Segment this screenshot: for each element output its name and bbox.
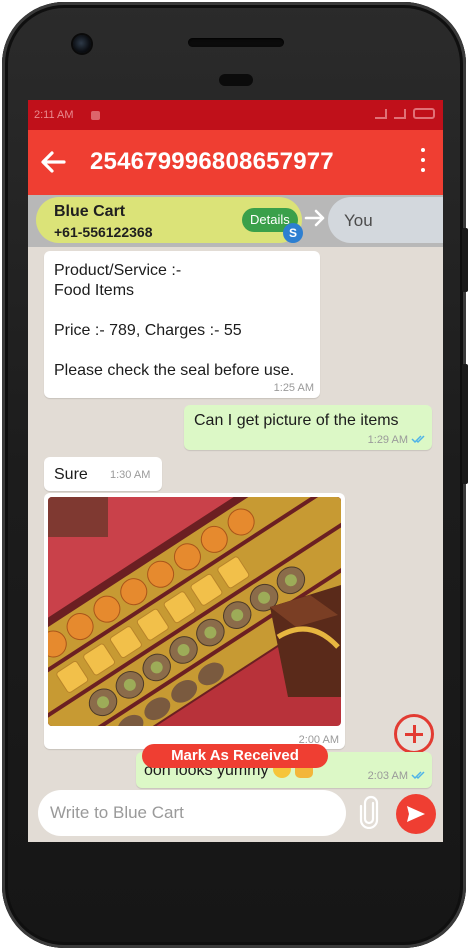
message-time: 1:30 AM xyxy=(110,469,151,481)
recipient-label: You xyxy=(344,211,373,230)
double-check-icon xyxy=(411,435,425,444)
plus-circle-icon[interactable] xyxy=(394,714,434,754)
merchant-name: Blue Cart xyxy=(54,203,126,220)
status-time: 2:11 AM xyxy=(34,109,74,121)
message-time: 1:29 AM xyxy=(367,434,408,446)
screen: 2:11 AM 254679996808657977 Blue Cart +61… xyxy=(28,100,443,842)
page-title: 254679996808657977 xyxy=(90,148,334,175)
more-vertical-icon[interactable] xyxy=(419,148,427,172)
volume-button xyxy=(462,364,468,484)
double-check-icon xyxy=(411,771,425,780)
message-bubble: Sure 1:30 AM xyxy=(44,457,162,491)
status-icons xyxy=(375,108,435,119)
paperclip-icon[interactable] xyxy=(358,795,380,829)
power-button xyxy=(462,228,468,292)
message-time: 1:25 AM xyxy=(273,382,314,394)
notification-icon xyxy=(91,111,100,120)
message-text: Can I get picture of the items xyxy=(194,412,399,429)
message-text: Sure xyxy=(54,466,88,483)
merchant-badge: S xyxy=(283,223,303,243)
signal-icon xyxy=(394,108,406,119)
battery-icon xyxy=(413,108,435,119)
front-camera xyxy=(73,35,91,53)
message-time: 2:03 AM xyxy=(367,770,408,782)
proximity-sensor xyxy=(219,74,253,86)
food-photo[interactable] xyxy=(48,497,341,726)
image-message[interactable]: 2:00 AM xyxy=(44,493,345,749)
message-bubble: Can I get picture of the items 1:29 AM xyxy=(184,405,432,450)
mark-as-received-button[interactable]: Mark As Received xyxy=(142,744,328,768)
route-bar: Blue Cart +61-556122368 Details S You xyxy=(28,195,443,247)
send-icon xyxy=(407,806,425,822)
app-bar: 254679996808657977 xyxy=(28,130,443,195)
chat-area[interactable]: Product/Service :- Food Items Price :- 7… xyxy=(28,247,443,842)
message-text: Product/Service :- Food Items Price :- 7… xyxy=(54,262,295,379)
message-input[interactable] xyxy=(50,790,310,836)
signal-icon xyxy=(375,108,387,119)
merchant-pill: Blue Cart +61-556122368 Details S xyxy=(36,197,303,243)
merchant-phone: +61-556122368 xyxy=(54,224,153,240)
send-button[interactable] xyxy=(396,794,436,834)
recipient-pill: You xyxy=(328,197,443,243)
phone-frame: 2:11 AM 254679996808657977 Blue Cart +61… xyxy=(2,2,468,948)
composer xyxy=(38,790,346,836)
message-bubble: Product/Service :- Food Items Price :- 7… xyxy=(44,251,320,398)
status-bar: 2:11 AM xyxy=(28,100,443,130)
earpiece-speaker xyxy=(188,38,284,47)
arrow-left-icon[interactable] xyxy=(38,147,68,177)
arrow-right-icon xyxy=(304,209,325,227)
